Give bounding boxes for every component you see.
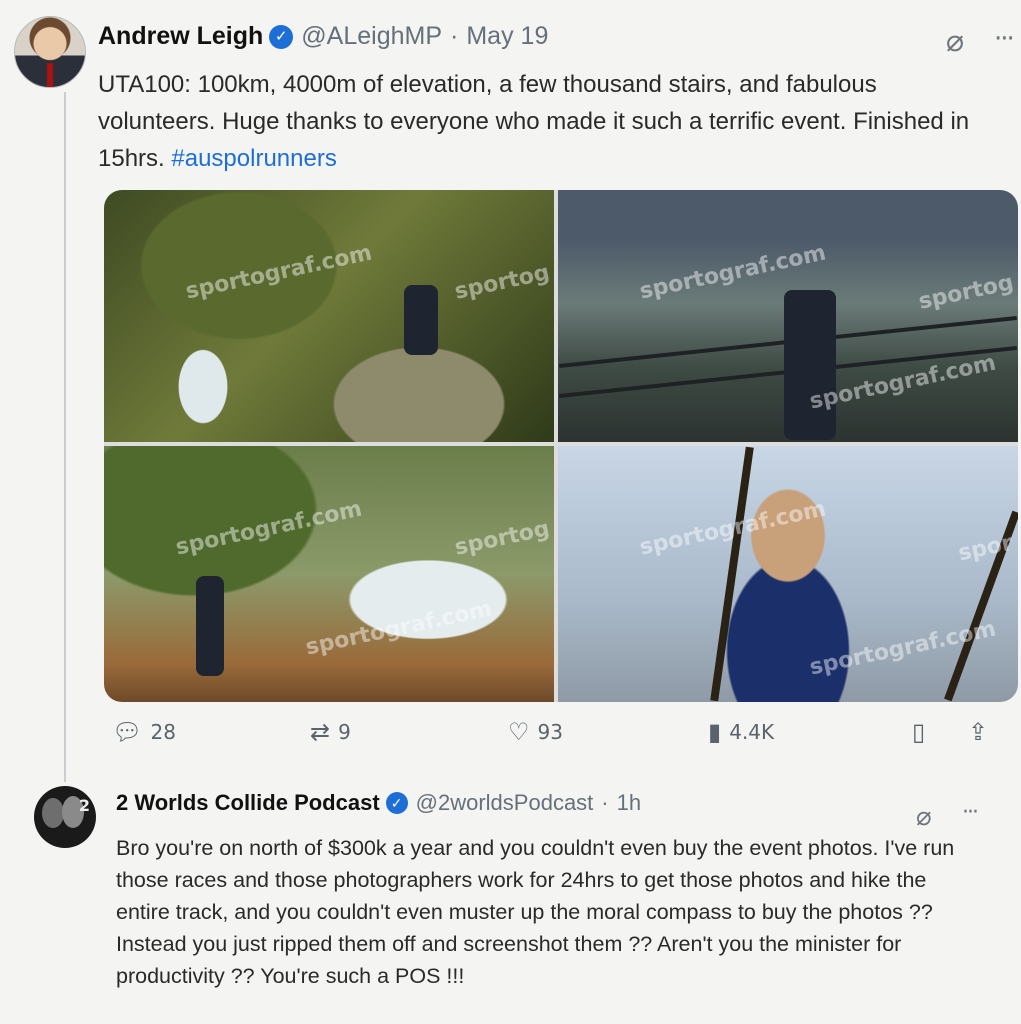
- watermark-text: sportog: [452, 516, 552, 561]
- reply-icon: 💬︎: [112, 718, 143, 746]
- tweet-action-bar: 💬︎ 28 ⇄ 9 ♡ 93 ▮ 4.4K ▯ ⇪: [104, 718, 1004, 754]
- like-count: 93: [537, 720, 563, 744]
- watermark-text: spor: [956, 530, 1015, 567]
- avatar-tie-detail: [47, 63, 53, 87]
- meta-separator: ·: [450, 22, 459, 50]
- author-handle[interactable]: @ALeighMP: [301, 22, 442, 51]
- retweet-button[interactable]: ⇄ 9: [310, 718, 351, 746]
- reply-time[interactable]: 1h: [617, 790, 641, 816]
- runner-figure: [784, 290, 836, 440]
- grok-icon[interactable]: ⌀: [916, 802, 932, 832]
- reply-count: 28: [150, 720, 176, 744]
- grok-icon[interactable]: ⌀: [946, 24, 964, 59]
- reply-text: Bro you're on north of $300k a year and …: [116, 836, 955, 988]
- bookmark-icon: ▯: [912, 718, 926, 746]
- ladder-rail: [710, 446, 754, 702]
- retweet-count: 9: [338, 720, 351, 744]
- thread-connector-line: [64, 92, 66, 782]
- reply-handle[interactable]: @2worldsPodcast: [416, 790, 594, 816]
- reply-author-name[interactable]: 2 Worlds Collide Podcast: [116, 790, 380, 816]
- avatar[interactable]: [14, 16, 86, 88]
- share-icon: ⇪: [968, 718, 989, 746]
- verified-badge-icon: ✓: [269, 24, 294, 49]
- retweet-icon: ⇄: [310, 718, 331, 746]
- bookmark-button[interactable]: ▯: [912, 718, 925, 746]
- reply-avatar[interactable]: 2: [34, 786, 96, 848]
- watermark-text: sportograf.com: [183, 240, 375, 305]
- photo-grid: sportograf.com sportog sportograf.com sp…: [104, 190, 1018, 702]
- author-name[interactable]: Andrew Leigh: [98, 22, 263, 51]
- photo-3[interactable]: sportograf.com sportog sportograf.com: [104, 446, 554, 702]
- heart-icon: ♡: [508, 718, 530, 746]
- photo-2[interactable]: sportograf.com sportog sportograf.com: [558, 190, 1018, 442]
- views-count: 4.4K: [729, 720, 775, 744]
- runner-figure: [196, 576, 224, 676]
- more-options-icon[interactable]: ···: [962, 800, 979, 825]
- reply-button[interactable]: 💬︎ 28: [112, 718, 176, 746]
- more-options-icon[interactable]: ···: [994, 24, 1015, 54]
- tweet-text: UTA100: 100km, 4000m of elevation, a few…: [98, 66, 978, 177]
- avatar-face: [42, 798, 64, 828]
- watermark-text: sportog: [916, 270, 1016, 315]
- watermark-text: sportog: [452, 260, 552, 305]
- photo-1[interactable]: sportograf.com sportog: [104, 190, 554, 442]
- views-button[interactable]: ▮ 4.4K: [708, 718, 774, 746]
- share-button[interactable]: ⇪: [968, 718, 988, 746]
- like-button[interactable]: ♡ 93: [508, 718, 563, 746]
- runner-figure: [404, 285, 438, 355]
- meta-separator: ·: [601, 790, 609, 815]
- verified-badge-icon: ✓: [385, 792, 408, 814]
- tweet-header: Andrew Leigh ✓ @ALeighMP · May 19: [98, 22, 548, 51]
- views-icon: ▮: [708, 718, 722, 746]
- reply-header: 2 Worlds Collide Podcast ✓ @2worldsPodca…: [116, 790, 641, 816]
- watermark-text: sportograf.com: [173, 496, 365, 561]
- photo-4[interactable]: sportograf.com spor sportograf.com: [558, 446, 1018, 702]
- watermark-text: sportograf.com: [303, 596, 495, 661]
- avatar-logo-text: 2: [78, 796, 90, 815]
- hashtag-link[interactable]: #auspolrunners: [171, 145, 336, 172]
- tweet-date[interactable]: May 19: [466, 22, 548, 51]
